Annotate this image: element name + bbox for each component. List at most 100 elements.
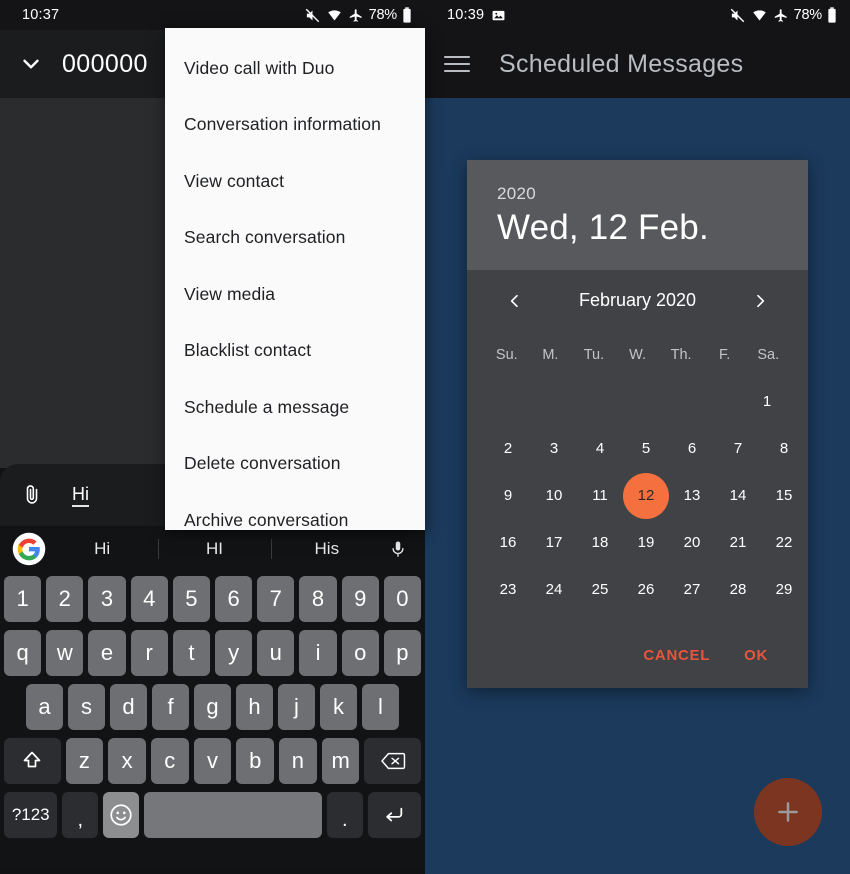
key-n[interactable]: n	[279, 738, 317, 784]
calendar-day[interactable]: 4	[577, 425, 623, 472]
key-t[interactable]: t	[172, 630, 210, 676]
key-5[interactable]: 5	[172, 576, 210, 622]
calendar-day[interactable]: 5	[623, 425, 669, 472]
comma-key[interactable]: ,	[62, 792, 99, 838]
google-g-icon[interactable]	[12, 532, 46, 566]
key-c[interactable]: c	[150, 738, 189, 784]
key-0[interactable]: 0	[383, 576, 422, 622]
key-w[interactable]: w	[46, 630, 84, 676]
suggestion-0[interactable]: Hi	[46, 539, 158, 559]
key-4[interactable]: 4	[130, 576, 168, 622]
key-3[interactable]: 3	[88, 576, 126, 622]
calendar-day[interactable]: 16	[485, 519, 531, 566]
menu-item[interactable]: Video call with Duo	[165, 40, 425, 97]
menu-item[interactable]: Schedule a message	[165, 379, 425, 436]
key-1[interactable]: 1	[3, 576, 42, 622]
paperclip-icon[interactable]	[20, 482, 44, 508]
calendar-day[interactable]: 11	[577, 472, 623, 519]
key-e[interactable]: e	[88, 630, 126, 676]
conversation-title[interactable]: 000000	[62, 50, 148, 79]
shift-key[interactable]	[4, 738, 61, 784]
calendar-day[interactable]: 22	[761, 519, 807, 566]
calendar-week-row: 1	[485, 378, 790, 425]
selected-date-label[interactable]: Wed, 12 Feb.	[497, 208, 778, 248]
backspace-key[interactable]	[364, 738, 422, 784]
menu-item[interactable]: Search conversation	[165, 210, 425, 267]
calendar-day[interactable]: 2	[485, 425, 531, 472]
key-s[interactable]: s	[68, 684, 105, 730]
calendar-empty-cell	[528, 378, 571, 425]
key-a[interactable]: a	[26, 684, 63, 730]
menu-item[interactable]: Blacklist contact	[165, 323, 425, 380]
calendar-day[interactable]: 18	[577, 519, 623, 566]
key-f[interactable]: f	[152, 684, 189, 730]
calendar-day[interactable]: 19	[623, 519, 669, 566]
calendar-day[interactable]: 3	[531, 425, 577, 472]
ok-button[interactable]: OK	[744, 647, 768, 664]
hamburger-menu-icon[interactable]	[443, 54, 471, 74]
calendar-day[interactable]: 27	[669, 566, 715, 613]
menu-item[interactable]: Delete conversation	[165, 436, 425, 493]
key-9[interactable]: 9	[341, 576, 379, 622]
calendar-day[interactable]: 24	[531, 566, 577, 613]
key-p[interactable]: p	[383, 630, 422, 676]
menu-item[interactable]: Conversation information	[165, 97, 425, 154]
calendar-day-label: 6	[687, 440, 697, 457]
add-scheduled-message-fab[interactable]	[754, 778, 822, 846]
battery-percent: 78%	[368, 7, 398, 23]
key-6[interactable]: 6	[215, 576, 253, 622]
chevron-right-icon[interactable]	[750, 291, 770, 311]
calendar-day[interactable]: 21	[715, 519, 761, 566]
key-m[interactable]: m	[321, 738, 360, 784]
key-g[interactable]: g	[194, 684, 231, 730]
calendar-day[interactable]: 23	[485, 566, 531, 613]
key-o[interactable]: o	[341, 630, 379, 676]
symbols-key[interactable]: ?123	[4, 792, 58, 838]
key-j[interactable]: j	[278, 684, 315, 730]
key-r[interactable]: r	[130, 630, 168, 676]
calendar-day[interactable]: 9	[485, 472, 531, 519]
key-q[interactable]: q	[3, 630, 42, 676]
chevron-down-icon[interactable]	[18, 51, 44, 77]
key-l[interactable]: l	[362, 684, 399, 730]
space-key[interactable]	[143, 792, 322, 838]
period-key[interactable]: .	[326, 792, 363, 838]
enter-key[interactable]	[367, 792, 422, 838]
key-y[interactable]: y	[215, 630, 253, 676]
key-b[interactable]: b	[236, 738, 275, 784]
calendar-day[interactable]: 8	[761, 425, 807, 472]
key-i[interactable]: i	[299, 630, 337, 676]
key-d[interactable]: d	[110, 684, 147, 730]
calendar-day[interactable]: 14	[715, 472, 761, 519]
key-2[interactable]: 2	[46, 576, 84, 622]
key-8[interactable]: 8	[299, 576, 337, 622]
key-u[interactable]: u	[257, 630, 295, 676]
calendar-day[interactable]: 15	[761, 472, 807, 519]
cancel-button[interactable]: CANCEL	[643, 647, 710, 664]
message-input[interactable]: Hi	[72, 484, 89, 507]
emoji-key[interactable]	[103, 792, 139, 838]
selected-year[interactable]: 2020	[497, 184, 778, 204]
menu-item[interactable]: View media	[165, 266, 425, 323]
key-z[interactable]: z	[65, 738, 104, 784]
calendar-day[interactable]: 20	[669, 519, 715, 566]
key-7[interactable]: 7	[257, 576, 295, 622]
calendar-day[interactable]: 25	[577, 566, 623, 613]
calendar-day[interactable]: 17	[531, 519, 577, 566]
chevron-left-icon[interactable]	[505, 291, 525, 311]
calendar-day[interactable]: 13	[669, 472, 715, 519]
menu-item[interactable]: View contact	[165, 153, 425, 210]
key-h[interactable]: h	[236, 684, 273, 730]
calendar-day[interactable]: 28	[715, 566, 761, 613]
calendar-day[interactable]: 29	[761, 566, 807, 613]
calendar-day-selected[interactable]: 12	[623, 472, 669, 519]
calendar-day[interactable]: 6	[669, 425, 715, 472]
key-x[interactable]: x	[108, 738, 146, 784]
calendar-day[interactable]: 26	[623, 566, 669, 613]
calendar-day[interactable]: 7	[715, 425, 761, 472]
key-k[interactable]: k	[320, 684, 357, 730]
calendar-day[interactable]: 10	[531, 472, 577, 519]
key-v[interactable]: v	[193, 738, 232, 784]
menu-item[interactable]: Archive conversation	[165, 492, 425, 549]
calendar-day[interactable]: 1	[744, 378, 790, 425]
